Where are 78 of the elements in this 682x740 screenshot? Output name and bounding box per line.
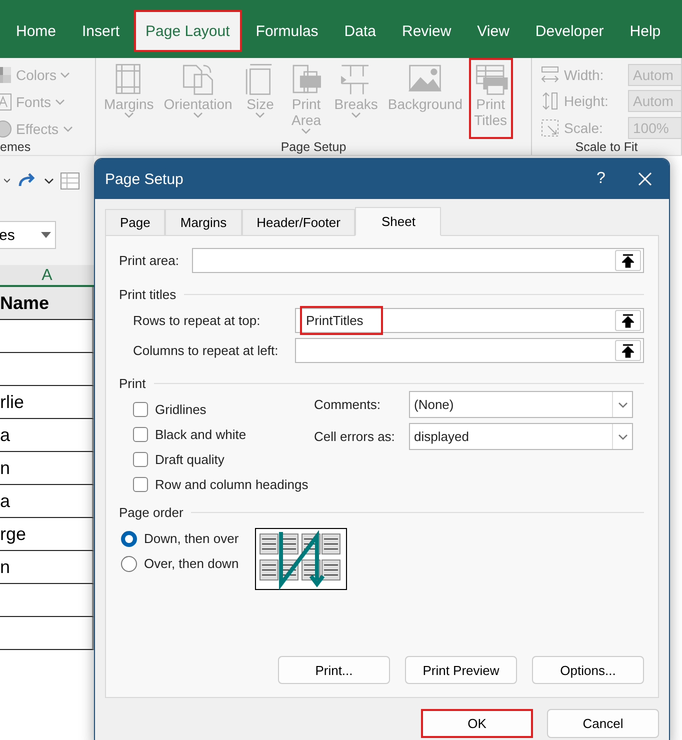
chevron-icon [55,98,66,104]
ribbon-tab[interactable]: Developer [523,10,616,52]
field-value: PrintTitles [300,306,384,335]
radio-button[interactable]: Down, then over [121,526,255,551]
window-title: Page Setup [105,170,184,188]
section-title: Page order [119,505,184,520]
dropdown[interactable]: (None) [409,391,633,418]
ribbon-tab[interactable]: Formulas [244,10,330,52]
field-label: Rows to repeat at top: [133,313,262,328]
dropdown-icon [4,176,10,186]
field-label: Cell errors as: [314,429,396,444]
chevron-icon [618,402,628,408]
collapse-icon [622,314,634,328]
ribbon-tab[interactable]: Help [618,10,673,52]
dialog-button[interactable]: Options... [532,656,644,684]
dialog-tab[interactable]: Sheet [355,207,442,236]
field-label: Width: [564,67,605,84]
ribbon-tab[interactable]: View [465,10,522,52]
checkbox[interactable]: Gridlines [133,397,314,422]
dialog-tab[interactable]: Margins [165,209,242,236]
field-label: Print area: [119,253,180,268]
checkbox[interactable]: Black and white [133,422,314,447]
collapse-button[interactable] [615,250,641,271]
ribbon-tab[interactable]: Review [390,10,464,52]
ribbon-tab[interactable]: Home [4,10,68,52]
range-field[interactable]: PrintTitles [295,308,644,333]
chevron-icon [124,112,134,118]
field-label: Height: [564,93,610,110]
header-cell: Name [0,287,94,320]
group-label: Scale to Fit [574,139,639,155]
dropdown-icon [41,232,51,238]
ribbon-tab[interactable]: Page Layout [134,10,242,52]
scale-icon [540,118,560,138]
dialog-button[interactable]: Cancel [547,709,659,738]
section-title: Print titles [119,287,176,302]
collapse-button[interactable] [615,310,641,331]
checkbox[interactable]: Draft quality [133,447,314,472]
column-header[interactable]: A [0,265,94,287]
table-cell: a [0,419,94,452]
field-label: Scale: [564,120,604,136]
table-cell: rlie [0,386,94,419]
chevron-icon [62,126,73,132]
checkbox[interactable]: Row and column headings [133,472,314,497]
collapse-button[interactable] [615,340,641,361]
chevron-icon [618,434,628,440]
ribbon-tab[interactable]: Data [332,10,388,52]
dialog-button[interactable]: Print... [278,656,390,684]
dialog-button[interactable]: Print Preview [405,656,517,684]
close-icon [638,172,652,186]
chevron-icon [255,112,266,118]
table-cell: rge [0,518,94,551]
height-icon [540,91,560,112]
collapse-icon [622,254,634,268]
table-cell: n [0,452,94,485]
chevron-icon [193,112,204,118]
name-box[interactable]: es [0,221,56,249]
range-field[interactable] [295,338,644,363]
dialog-tab[interactable]: Header/Footer [242,209,356,236]
dialog-button[interactable]: OK [421,709,533,738]
print-area-field[interactable] [192,248,644,273]
help-button[interactable]: ? [581,170,621,188]
chevron-icon [351,112,362,118]
dialog-tab[interactable]: Page [105,209,166,236]
dropdown[interactable]: displayed [409,423,633,450]
collapse-icon [622,344,634,358]
group-label: Page Setup [280,139,348,155]
chevron-icon [44,178,54,184]
ribbon-tab[interactable]: Insert [70,10,132,52]
table-icon[interactable] [60,170,80,190]
section-title: Print [119,376,146,391]
table-cell: n [0,551,94,584]
chevron-icon [301,128,312,134]
field-label: Comments: [314,397,382,412]
radio-button[interactable]: Over, then down [121,551,255,576]
table-cell: a [0,485,94,518]
group-label: emes [0,139,32,155]
field-label: Columns to repeat at left: [133,343,280,358]
chevron-icon [60,72,70,78]
